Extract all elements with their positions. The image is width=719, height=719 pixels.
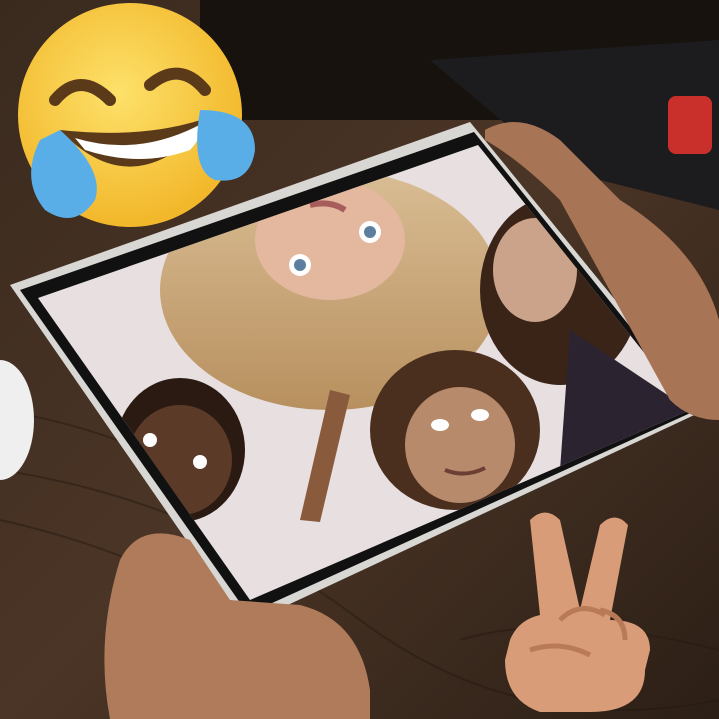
photo-scene	[0, 0, 719, 719]
man-center-face	[405, 387, 515, 503]
red-button	[668, 96, 712, 154]
scene-svg	[0, 0, 719, 719]
